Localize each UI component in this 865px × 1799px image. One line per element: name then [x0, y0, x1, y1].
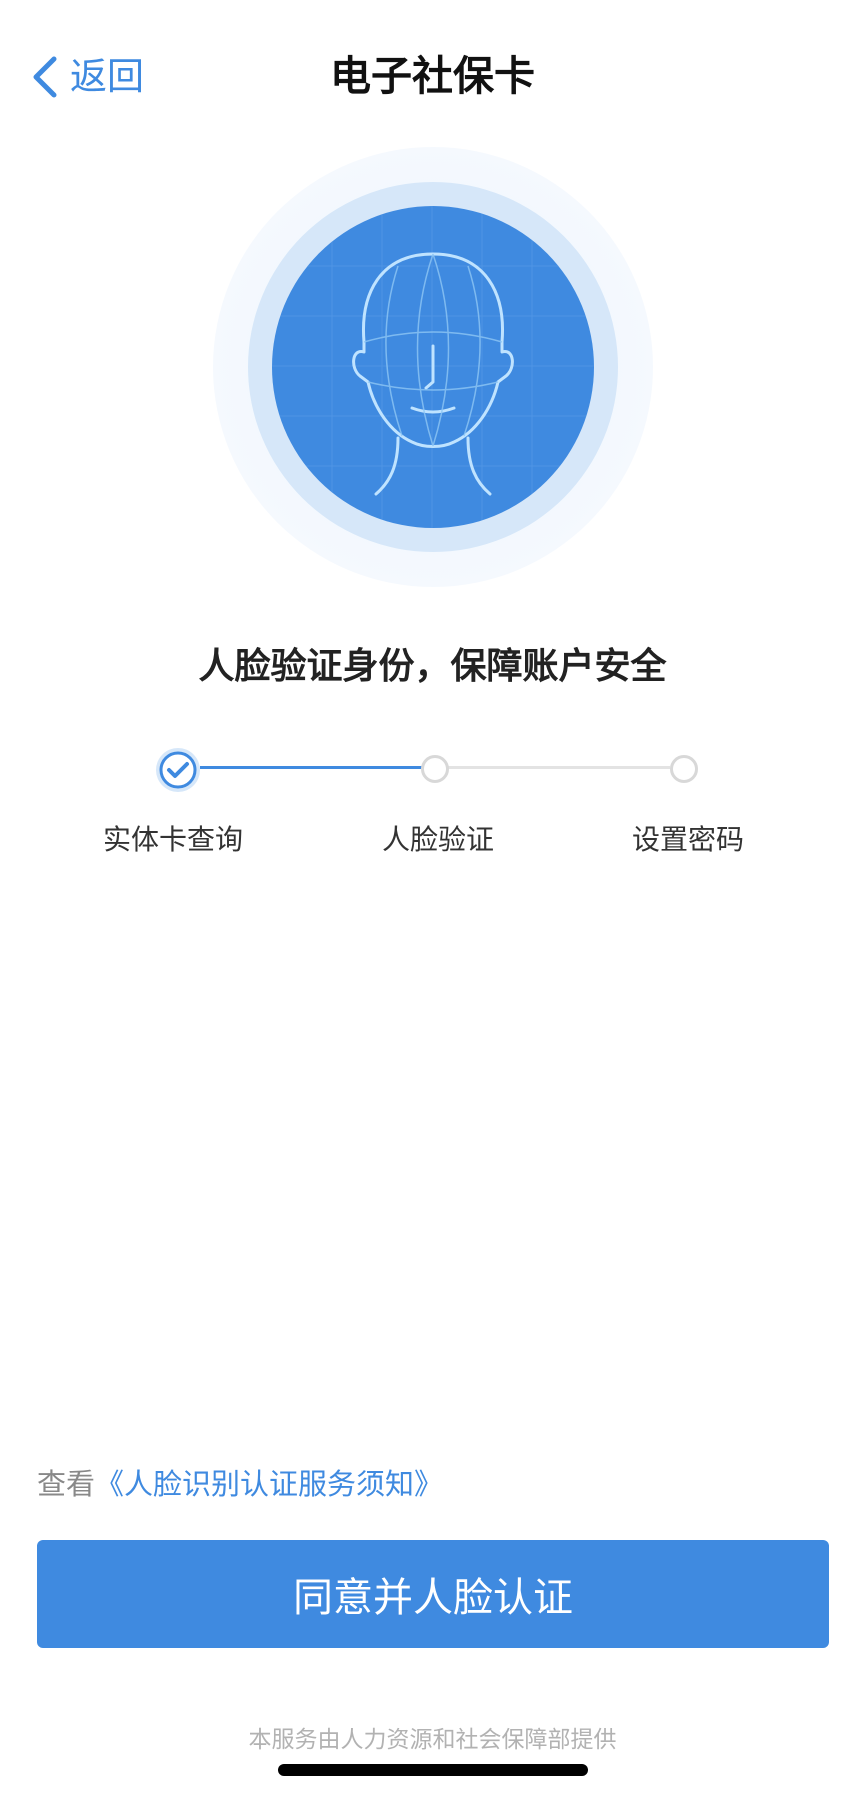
step-complete-check-icon — [156, 748, 200, 792]
service-notice: 查看《人脸识别认证服务须知》 — [37, 1462, 443, 1506]
progress-steps: 实体卡查询 人脸验证 设置密码 — [0, 740, 865, 870]
progress-track-pending — [448, 766, 670, 769]
step-label-set-password: 设置密码 — [631, 823, 744, 856]
home-indicator — [278, 1764, 588, 1776]
step-label-card-query: 实体卡查询 — [102, 823, 243, 856]
step-pending-dot — [421, 755, 449, 783]
notice-prefix: 查看 — [37, 1467, 96, 1501]
notice-link[interactable]: 《人脸识别认证服务须知》 — [95, 1467, 443, 1501]
agree-and-verify-button[interactable]: 同意并人脸认证 — [37, 1540, 829, 1648]
page-title: 电子社保卡 — [330, 52, 535, 100]
headline: 人脸验证身份，保障账户安全 — [198, 646, 667, 687]
provider-footer: 本服务由人力资源和社会保障部提供 — [248, 1727, 617, 1753]
progress-track-complete — [200, 766, 422, 769]
step-pending-dot — [670, 755, 698, 783]
nav-bar: 返回 电子社保卡 — [0, 0, 865, 150]
step-label-face-verify: 人脸验证 — [381, 823, 494, 856]
face-scan-illustration — [213, 147, 653, 587]
